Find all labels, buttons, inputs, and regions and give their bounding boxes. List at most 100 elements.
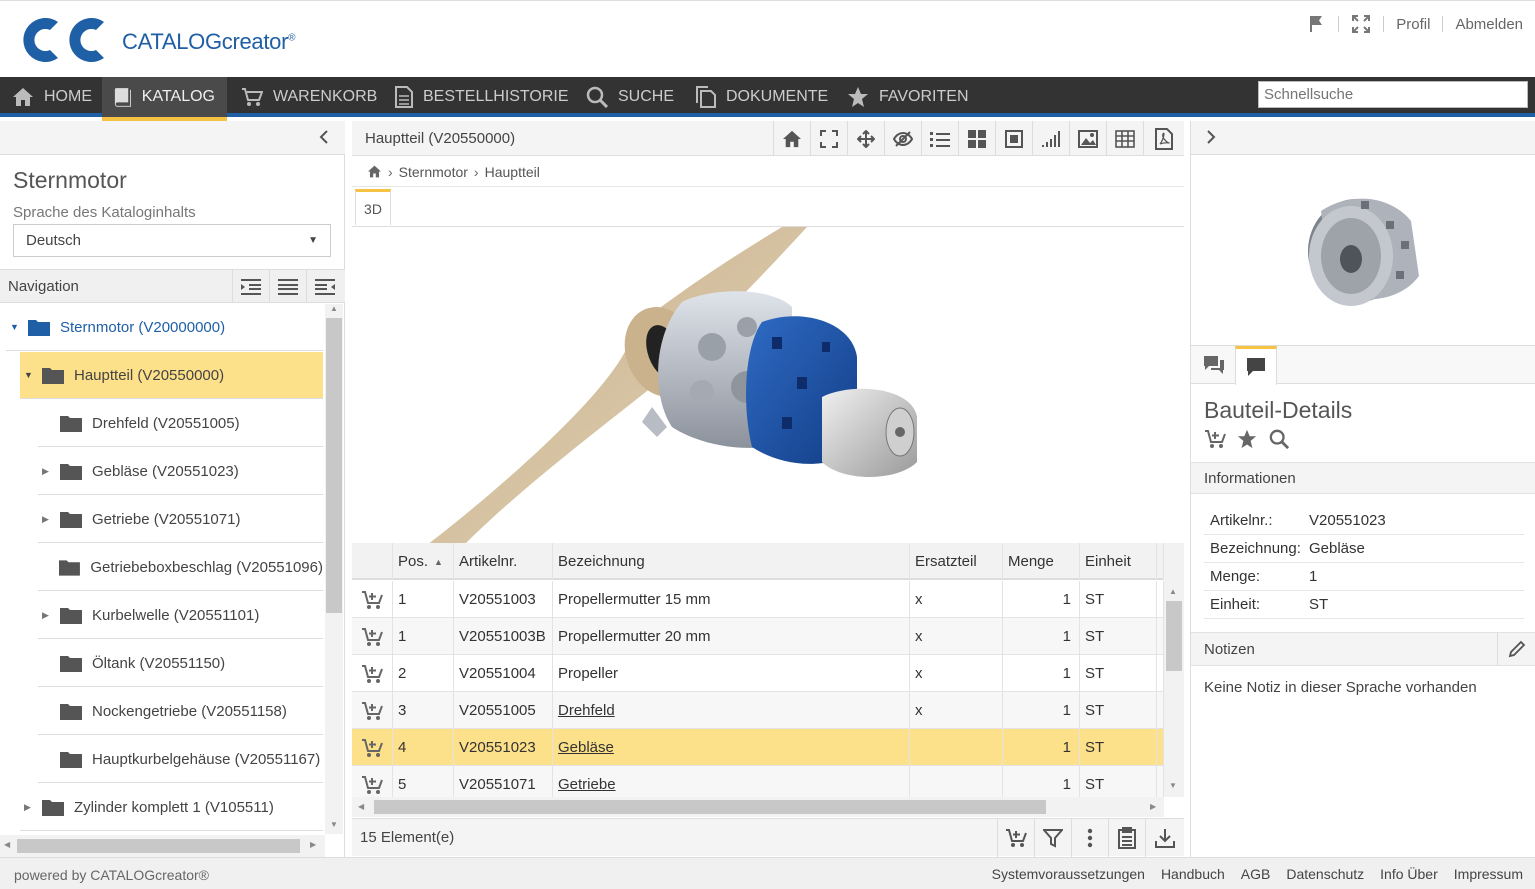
tree-item[interactable]: Öltank (V20551150) (38, 640, 323, 687)
language-select[interactable]: Deutsch ▼ (13, 224, 331, 257)
footer-link-info[interactable]: Info Über (1380, 866, 1438, 882)
tab-details[interactable] (1235, 346, 1277, 385)
tree-item[interactable]: Hauptkurbelgehäuse (V20551167) (38, 736, 323, 783)
scroll-up-arrow-icon[interactable]: ▲ (327, 304, 341, 314)
footer-link-agb[interactable]: AGB (1241, 866, 1271, 882)
flag-icon[interactable] (1306, 14, 1326, 34)
scroll-right-arrow-icon[interactable]: ▶ (1150, 802, 1156, 811)
grid-view-icon[interactable] (958, 121, 995, 156)
table-icon[interactable] (1106, 121, 1143, 156)
add-to-cart-icon[interactable] (352, 618, 393, 655)
add-to-cart-icon[interactable] (997, 819, 1034, 857)
3d-viewer[interactable] (352, 226, 1184, 544)
add-to-cart-icon[interactable] (352, 766, 393, 799)
bar-chart-icon[interactable] (1032, 121, 1069, 156)
tab-suche[interactable]: SUCHE (574, 77, 686, 117)
tab-katalog[interactable]: KATALOG (102, 77, 227, 121)
tree-vertical-scrollbar[interactable]: ▲ ▼ (325, 304, 343, 834)
caret-right-icon[interactable]: ▶ (42, 466, 54, 477)
table-row[interactable]: 3 V20551005 Drehfeld x 1 ST (352, 692, 1164, 729)
favorite-star-icon[interactable] (1236, 429, 1258, 449)
explode-view-icon[interactable] (847, 121, 884, 156)
footer-link-systemvoraussetzungen[interactable]: Systemvoraussetzungen (992, 866, 1145, 882)
tree-item[interactable]: ▶ Kurbelwelle (V20551101) (38, 592, 323, 639)
add-to-cart-icon[interactable] (352, 581, 393, 618)
fit-view-icon[interactable] (810, 121, 847, 156)
collapse-left-icon[interactable] (318, 129, 330, 149)
footer-link-impressum[interactable]: Impressum (1454, 866, 1523, 882)
tree-item[interactable]: ▶ Getriebe (V20551071) (38, 496, 323, 543)
tree-item[interactable]: Drehfeld (V20551005) (38, 400, 323, 447)
pdf-icon[interactable] (1143, 121, 1184, 156)
column-header[interactable]: Ersatzteil (910, 543, 1003, 580)
scroll-up-arrow-icon[interactable]: ▲ (1169, 587, 1177, 596)
scrollbar-thumb[interactable] (326, 318, 342, 613)
tab-warenkorb[interactable]: WARENKORB (229, 77, 389, 117)
caret-right-icon[interactable]: ▶ (42, 610, 54, 621)
add-to-cart-icon[interactable] (352, 729, 393, 766)
tab-dokumente[interactable]: DOKUMENTE (684, 77, 840, 117)
table-row[interactable]: 1 V20551003 Propellermutter 15 mm x 1 ST (352, 581, 1164, 618)
fullscreen-icon[interactable] (1351, 14, 1371, 34)
list-icon[interactable] (921, 121, 958, 156)
footer-link-datenschutz[interactable]: Datenschutz (1286, 866, 1364, 882)
tree-item[interactable]: ▼ Sternmotor (V20000000) (6, 304, 323, 351)
breadcrumb-item[interactable]: Hauptteil (485, 164, 540, 180)
caret-down-icon[interactable]: ▼ (10, 322, 22, 332)
scroll-left-arrow-icon[interactable]: ◀ (358, 802, 364, 811)
download-icon[interactable] (1145, 819, 1184, 857)
search-icon[interactable] (1268, 429, 1290, 449)
table-row[interactable]: 5 V20551071 Getriebe 1 ST (352, 766, 1164, 799)
column-header[interactable]: Menge (1003, 543, 1080, 580)
caret-right-icon[interactable]: ▶ (42, 514, 54, 525)
home-view-icon[interactable] (773, 121, 810, 156)
tree-item[interactable]: ▶ Zylinder komplett 1 (V105511) (20, 784, 323, 831)
tab-favoriten[interactable]: FAVORITEN (835, 77, 981, 117)
home-icon[interactable] (367, 165, 382, 178)
hide-parts-icon[interactable] (884, 121, 921, 156)
logout-link[interactable]: Abmelden (1455, 16, 1523, 33)
indent-tree-icon[interactable] (232, 270, 269, 303)
catalogcreator-logo[interactable] (14, 14, 108, 66)
tab-home[interactable]: HOME (0, 77, 104, 117)
caret-right-icon[interactable]: ▶ (24, 802, 36, 813)
list-view-icon[interactable] (269, 270, 306, 303)
caret-down-icon[interactable]: ▼ (24, 370, 36, 380)
table-row[interactable]: 4 V20551023 Gebläse 1 ST (352, 729, 1164, 766)
column-header[interactable]: Pos. ▲ (393, 543, 454, 580)
footer-link-handbuch[interactable]: Handbuch (1161, 866, 1225, 882)
edit-pencil-icon[interactable] (1497, 633, 1535, 665)
add-to-cart-icon[interactable] (352, 655, 393, 692)
cell-value[interactable]: Drehfeld (558, 702, 615, 719)
sort-ascending-icon[interactable]: ▲ (434, 557, 443, 567)
more-options-icon[interactable] (1071, 819, 1108, 857)
scroll-right-arrow-icon[interactable]: ▶ (310, 840, 316, 849)
collapse-right-icon[interactable] (1205, 129, 1217, 149)
radial-engine-3d-model[interactable] (352, 227, 1184, 544)
tab-bestellhistorie[interactable]: BESTELLHISTORIE (383, 77, 581, 117)
image-icon[interactable] (1069, 121, 1106, 156)
add-to-cart-icon[interactable] (1204, 429, 1226, 449)
scrollbar-thumb[interactable] (1166, 601, 1182, 671)
tree-item[interactable]: ▼ Hauptteil (V20550000) (20, 352, 323, 399)
comments-icon[interactable] (1193, 346, 1235, 384)
cell-value[interactable]: Gebläse (558, 739, 614, 756)
tab-3d[interactable]: 3D (355, 189, 391, 225)
cell-value[interactable]: Getriebe (558, 776, 616, 793)
column-header[interactable]: Artikelnr. (454, 543, 553, 580)
scroll-left-arrow-icon[interactable]: ◀ (4, 840, 10, 849)
breadcrumb-item[interactable]: Sternmotor (399, 164, 468, 180)
quicksearch-input[interactable] (1258, 81, 1528, 108)
scroll-down-arrow-icon[interactable]: ▼ (1169, 781, 1177, 790)
table-horizontal-scrollbar[interactable]: ◀ ▶ (352, 797, 1164, 817)
scrollbar-thumb[interactable] (374, 800, 1046, 814)
table-row[interactable]: 2 V20551004 Propeller x 1 ST (352, 655, 1164, 692)
profile-link[interactable]: Profil (1396, 16, 1430, 33)
tree-item[interactable]: Getriebeboxbeschlag (V20551096) (38, 544, 323, 591)
outdent-tree-icon[interactable] (306, 270, 343, 303)
tree-horizontal-scrollbar[interactable]: ◀ ▶ (0, 835, 325, 857)
tree-item[interactable]: Nockengetriebe (V20551158) (38, 688, 323, 735)
table-row[interactable]: 1 V20551003B Propellermutter 20 mm x 1 ST (352, 618, 1164, 655)
scrollbar-thumb[interactable] (17, 839, 300, 853)
column-header[interactable]: Einheit (1080, 543, 1157, 580)
